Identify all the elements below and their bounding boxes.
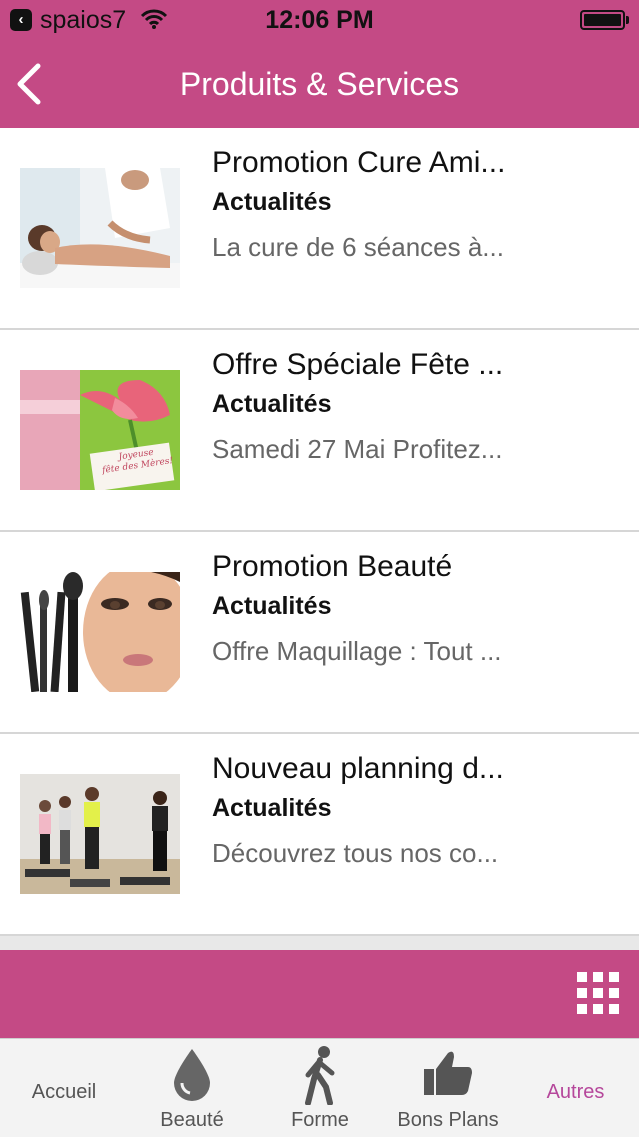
tab-forme[interactable]: Forme [256,1039,384,1137]
item-title: Promotion Beauté [212,550,453,583]
products-list: Promotion Cure Ami... Actualités La cure… [0,128,639,936]
item-category: Actualités [212,188,332,216]
mothers-day-image: Joyeuse fête des Mères! [20,370,180,490]
walking-person-icon [305,1046,335,1105]
item-description: Offre Maquillage : Tout ... [212,636,502,666]
tab-label: Accueil [31,1081,97,1103]
grid-menu-icon[interactable] [577,972,619,1014]
battery-icon [580,10,629,30]
page-title: Produits & Services [179,66,460,102]
makeup-image [20,572,180,692]
item-category: Actualités [212,390,332,418]
item-title: Promotion Cure Ami... [212,146,506,179]
tab-autres[interactable]: Autres [512,1039,639,1137]
list-item[interactable]: Joyeuse fête des Mères! Offre Spéciale F… [0,330,639,532]
status-bar: ‹ spaios7 12:06 PM [0,0,639,42]
status-time: 12:06 PM [265,6,374,34]
item-description: Découvrez tous nos co... [212,838,499,868]
item-title: Nouveau planning d... [212,752,504,785]
item-category: Actualités [212,794,332,822]
tab-label: Autres [546,1081,605,1103]
tab-label: Bons Plans [397,1109,499,1131]
fitness-class-image [20,774,180,894]
drop-icon [174,1049,210,1101]
list-item[interactable]: Promotion Beauté Actualités Offre Maquil… [0,532,639,734]
thumbs-up-icon [424,1051,472,1095]
tab-label: Beauté [160,1109,224,1131]
list-item[interactable]: Promotion Cure Ami... Actualités La cure… [0,128,639,330]
tab-accueil[interactable]: Accueil [0,1039,128,1137]
massage-image [20,168,180,288]
item-description: La cure de 6 séances à... [212,232,504,262]
tab-beaute[interactable]: Beauté [128,1039,256,1137]
item-description: Samedi 27 Mai Profitez... [212,434,503,464]
item-title: Offre Spéciale Fête ... [212,348,504,381]
bottom-toolbar [0,950,639,1038]
tab-bar: Accueil Beauté Forme Bons Plans Autres [0,1038,639,1137]
tab-label: Forme [291,1109,349,1131]
list-item[interactable]: Nouveau planning d... Actualités Découvr… [0,734,639,936]
item-category: Actualités [212,592,332,620]
tab-bons-plans[interactable]: Bons Plans [384,1039,512,1137]
app-header: ‹ spaios7 12:06 PM Produits & Services [0,0,639,128]
